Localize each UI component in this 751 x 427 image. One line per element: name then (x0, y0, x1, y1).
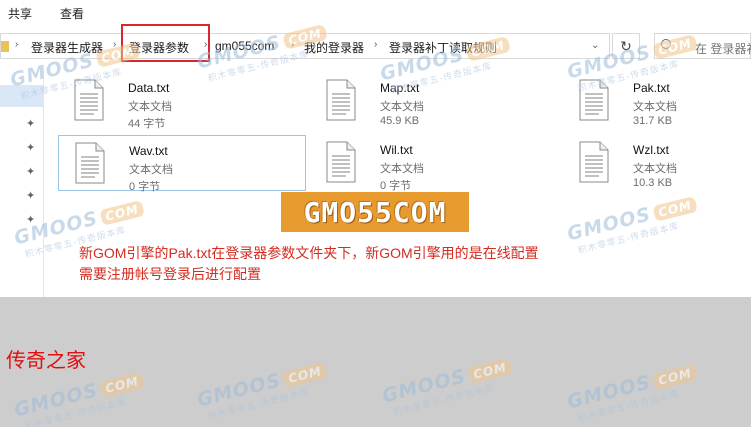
file-size: 0 字节 (380, 180, 412, 192)
file-type: 文本文档 (633, 163, 677, 175)
pin-icon[interactable]: ✦ (26, 213, 35, 226)
refresh-icon: ↻ (620, 37, 632, 54)
address-row: › 登录器生成器 › 登录器参数 › gm055com › 我的登录器 › 登录… (0, 27, 751, 65)
menu-share[interactable]: 共享 (8, 5, 32, 22)
chevron-right-icon[interactable]: › (291, 39, 294, 50)
text-file-icon (326, 79, 356, 121)
file-name: Pak.txt (633, 81, 670, 95)
chevron-right-icon[interactable]: › (374, 39, 377, 50)
breadcrumb-item[interactable]: 登录器生成器 (31, 39, 103, 56)
file-item[interactable]: Data.txt 文本文档 44 字节 (58, 73, 306, 130)
pin-icon[interactable]: ✦ (26, 165, 35, 178)
ribbon-menu: 共享 查看 (0, 0, 751, 26)
note-line-2: 需要注册帐号登录后进行配置 (79, 266, 261, 282)
folder-icon (1, 41, 9, 52)
search-placeholder: 在 登录器补 (695, 42, 751, 56)
search-input[interactable]: 在 登录器补 (654, 33, 751, 59)
pin-icon[interactable]: ✦ (26, 141, 35, 154)
file-item[interactable]: Pak.txt 文本文档 31.7 KB (563, 73, 751, 129)
file-type: 文本文档 (380, 163, 424, 175)
breadcrumb-item[interactable]: 我的登录器 (304, 39, 364, 56)
search-icon (661, 39, 671, 49)
text-file-icon (579, 141, 609, 183)
file-type: 文本文档 (380, 101, 424, 113)
file-name: Map.txt (380, 81, 420, 95)
nav-selected-item[interactable] (0, 85, 44, 107)
file-size: 0 字节 (129, 181, 161, 193)
file-item[interactable]: Map.txt 文本文档 45.9 KB (310, 73, 558, 129)
text-file-icon (579, 79, 609, 121)
gray-panel (0, 297, 751, 427)
file-name: Wav.txt (129, 144, 168, 158)
file-name: Wil.txt (380, 143, 413, 157)
bottom-label: 传奇之家 (6, 348, 86, 372)
file-size: 44 字节 (128, 118, 166, 130)
chevron-right-icon[interactable]: › (15, 39, 18, 50)
file-size: 31.7 KB (633, 115, 673, 127)
breadcrumb-highlight-box (121, 24, 210, 62)
note-line-1: 新GOM引擎的Pak.txt在登录器参数文件夹下，新GOM引擎用的是在线配置 (79, 245, 539, 261)
file-type: 文本文档 (129, 164, 173, 176)
text-file-icon (326, 141, 356, 183)
file-name: Data.txt (128, 81, 170, 95)
file-type: 文本文档 (633, 101, 677, 113)
refresh-button[interactable]: ↻ (612, 33, 640, 59)
file-item-selected[interactable]: Wav.txt 文本文档 0 字节 (58, 135, 306, 193)
file-size: 10.3 KB (633, 177, 673, 189)
pin-icon[interactable]: ✦ (26, 117, 35, 130)
navigation-pane: ✦ ✦ ✦ ✦ ✦ (0, 65, 44, 297)
menu-view[interactable]: 查看 (60, 5, 84, 22)
center-logo: GMO55COM (281, 192, 469, 232)
file-name: Wzl.txt (633, 143, 669, 157)
file-item[interactable]: Wzl.txt 文本文档 10.3 KB (563, 135, 751, 191)
breadcrumb-item[interactable]: 登录器补丁读取规则 (389, 39, 497, 56)
file-item[interactable]: Wil.txt 文本文档 0 字节 (310, 135, 558, 192)
breadcrumb-item[interactable]: gm055com (215, 39, 274, 53)
file-type: 文本文档 (128, 101, 172, 113)
address-bar[interactable]: › 登录器生成器 › 登录器参数 › gm055com › 我的登录器 › 登录… (0, 33, 610, 59)
file-size: 45.9 KB (380, 115, 420, 127)
chevron-down-icon[interactable]: ⌄ (591, 40, 599, 51)
text-file-icon (74, 79, 104, 121)
text-file-icon (75, 142, 105, 184)
pin-icon[interactable]: ✦ (26, 189, 35, 202)
chevron-right-icon[interactable]: › (113, 39, 116, 50)
